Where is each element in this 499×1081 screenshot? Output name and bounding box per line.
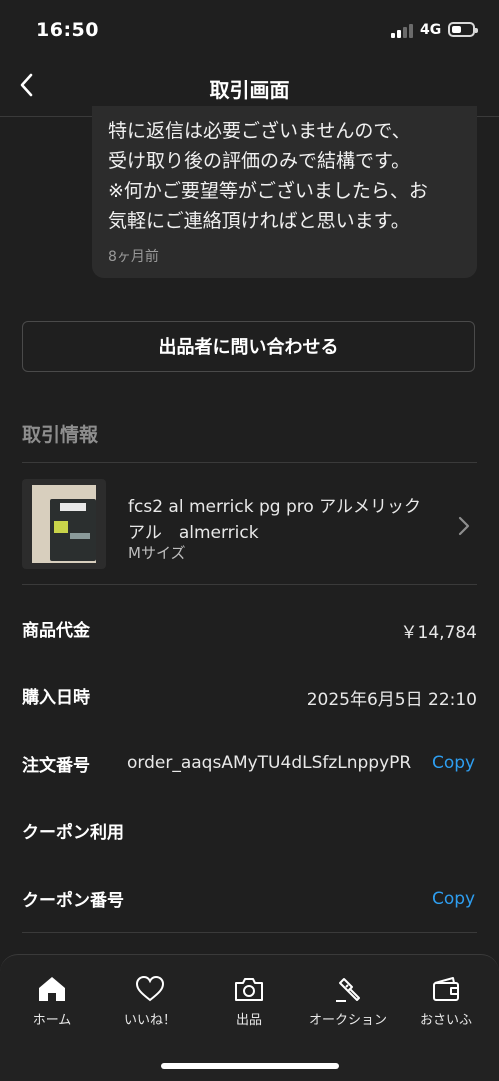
- item-size: Mサイズ: [128, 544, 186, 562]
- signal-icon: [391, 24, 413, 38]
- item-row[interactable]: fcs2 al merrick pg pro アルメリック アル almerri…: [0, 464, 499, 584]
- tab-wallet[interactable]: おさいふ: [396, 975, 496, 1035]
- gavel-icon: [336, 978, 360, 1002]
- order-number-label: 注文番号: [22, 756, 90, 776]
- status-bar: 16:50 4G: [0, 0, 499, 60]
- divider: [22, 932, 477, 933]
- tab-bar: ホーム いいね！ 出品 オークション おさいふ: [0, 954, 499, 1081]
- tab-label: 出品: [235, 1013, 262, 1028]
- heart-icon: [135, 975, 165, 1002]
- price-value: ￥14,784: [400, 623, 477, 643]
- tab-label: ホーム: [32, 1013, 72, 1028]
- home-icon: [39, 977, 65, 1001]
- battery-icon: [448, 22, 478, 37]
- copy-coupon-number-button[interactable]: Copy: [432, 889, 475, 909]
- coupon-number-label: クーポン番号: [22, 891, 124, 911]
- divider: [22, 584, 477, 585]
- purchase-date-value: 2025年6月5日 22:10: [306, 690, 477, 710]
- divider: [22, 462, 477, 463]
- tab-auction[interactable]: オークション: [298, 975, 398, 1035]
- status-time: 16:50: [36, 19, 99, 41]
- page-title: 取引画面: [209, 78, 290, 102]
- chevron-right-icon: [458, 516, 470, 536]
- item-thumbnail: [22, 479, 106, 569]
- network-type: 4G: [420, 22, 442, 38]
- home-indicator: [161, 1063, 339, 1069]
- tab-likes[interactable]: いいね！: [100, 975, 200, 1035]
- wallet-icon: [433, 977, 459, 1001]
- price-label: 商品代金: [22, 621, 90, 641]
- message-bubble: 特に返信は必要ございませんので、 受け取り後の評価のみで結構です。 ※何かご要望…: [92, 106, 477, 278]
- contact-seller-button[interactable]: 出品者に問い合わせる: [22, 321, 475, 372]
- tab-label: オークション: [308, 1013, 387, 1028]
- copy-order-number-button[interactable]: Copy: [432, 753, 475, 773]
- section-title: 取引情報: [22, 424, 99, 446]
- item-title: fcs2 al merrick pg pro アルメリック アル almerri…: [128, 497, 421, 543]
- coupon-use-label: クーポン利用: [22, 823, 124, 843]
- order-number-value: order_aaqsAMyTU4dLSfzLnppyPR: [127, 753, 412, 773]
- tab-home[interactable]: ホーム: [2, 975, 102, 1035]
- message-text: 特に返信は必要ございませんので、 受け取り後の評価のみで結構です。 ※何かご要望…: [108, 120, 428, 232]
- purchase-date-label: 購入日時: [22, 688, 90, 708]
- message-timestamp: 8ヶ月前: [108, 249, 159, 265]
- tab-label: いいね！: [123, 1013, 176, 1028]
- tab-sell[interactable]: 出品: [199, 975, 299, 1035]
- tab-label: おさいふ: [419, 1013, 472, 1028]
- camera-icon: [235, 978, 263, 1001]
